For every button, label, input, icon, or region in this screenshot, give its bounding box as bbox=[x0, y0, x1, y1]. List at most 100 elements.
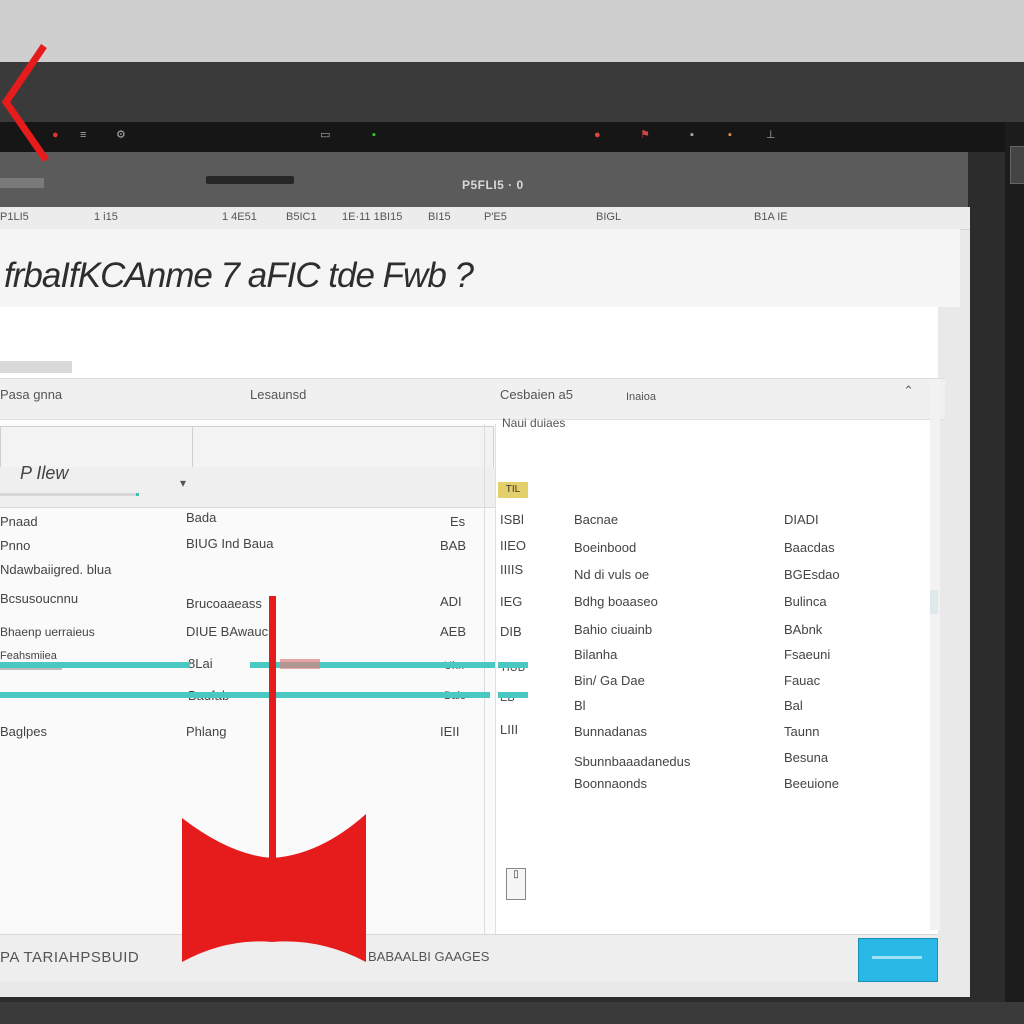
lock-icon[interactable]: ▪ bbox=[372, 128, 376, 142]
footer-info-text: BABAALBI GAAGES bbox=[368, 949, 490, 964]
list-cell: IEII bbox=[440, 724, 460, 739]
list-item[interactable]: Ndawbaiigred. blua bbox=[0, 562, 111, 578]
list-cell: Bada bbox=[186, 510, 217, 525]
list-cell: BIUG Ind Baua bbox=[186, 536, 274, 551]
list-cell: ISBl bbox=[500, 512, 524, 527]
scrollbar-thumb[interactable] bbox=[930, 590, 938, 614]
selection-marker bbox=[280, 659, 320, 669]
list-cell: Beeuione bbox=[784, 776, 839, 791]
section-label-placeholder bbox=[0, 361, 72, 373]
flag-icon[interactable]: ⚑ bbox=[640, 128, 650, 142]
list-cell: Sbunnbaaadanedus bbox=[574, 754, 691, 769]
list-cell: Es bbox=[450, 514, 466, 529]
filter-input[interactable] bbox=[0, 426, 494, 472]
column-header-right-b[interactable]: Inaioa bbox=[626, 389, 656, 405]
menu-item[interactable]: 1E·11 1BI15 bbox=[342, 210, 402, 224]
annotation-arrow-head bbox=[182, 814, 366, 962]
menu-icon[interactable]: ≡ bbox=[80, 128, 86, 142]
menu-item[interactable]: P'E5 bbox=[484, 210, 507, 224]
menu-item[interactable]: BIGL bbox=[596, 210, 621, 224]
column-subheader: Naui duiaes bbox=[502, 416, 566, 430]
list-cell: IEG bbox=[500, 594, 523, 609]
list-item[interactable]: Pnaad bbox=[0, 514, 38, 530]
list-cell: Bal bbox=[784, 698, 803, 713]
document-icon[interactable]: ▯ bbox=[506, 868, 526, 900]
right-sidebar bbox=[1005, 122, 1024, 1002]
titlebar-handle[interactable] bbox=[206, 176, 294, 184]
selection-bar bbox=[0, 692, 490, 698]
window-title: P5FLI5 · 0 bbox=[462, 178, 524, 192]
panel-divider bbox=[484, 424, 485, 934]
list-cell: Fauac bbox=[784, 673, 821, 688]
list-cell: 8Lai bbox=[188, 656, 213, 671]
list-cell: BGEsdao bbox=[784, 567, 840, 582]
star-icon[interactable]: ▪ bbox=[690, 128, 694, 142]
list-item[interactable]: Bcsusoucnnu bbox=[0, 591, 78, 607]
list-cell: ADI bbox=[440, 594, 462, 609]
list-cell: Phlang bbox=[186, 724, 227, 739]
button-glyph bbox=[872, 956, 922, 959]
list-item[interactable]: Bhaenp uerraieus bbox=[0, 624, 95, 640]
list-cell: LIII bbox=[500, 722, 519, 737]
list-cell: Fsaeuni bbox=[784, 647, 831, 662]
list-cell: DIUE BAwauc bbox=[186, 624, 269, 639]
list-cell: Bacnae bbox=[574, 512, 619, 527]
menu-item[interactable]: 1 i15 bbox=[94, 210, 118, 224]
footer-action-button[interactable] bbox=[858, 938, 938, 982]
menu-item[interactable]: B1A IE bbox=[754, 210, 788, 224]
selection-bar bbox=[0, 662, 190, 668]
view-dropdown-label: P Ilew bbox=[20, 463, 69, 483]
column-header-left[interactable]: Pasa gnna bbox=[0, 387, 62, 403]
list-cell: BAbnk bbox=[784, 622, 823, 637]
list-cell: AEB bbox=[440, 624, 467, 639]
list-cell: Bilanha bbox=[574, 647, 618, 662]
annotation-close-mark bbox=[1, 44, 49, 162]
column-header-middle[interactable]: Lesaunsd bbox=[250, 387, 306, 403]
settings-icon[interactable]: ⚙ bbox=[116, 128, 126, 142]
list-cell: IIEO bbox=[500, 538, 527, 553]
menu-item[interactable]: P1LI5 bbox=[0, 210, 29, 224]
titlebar-tab[interactable] bbox=[0, 178, 44, 188]
outer-backdrop bbox=[0, 0, 1024, 62]
list-cell: Bin/ Ga Dae bbox=[574, 673, 645, 688]
list-cell: Nd di vuls oe bbox=[574, 567, 650, 582]
list-cell: Besuna bbox=[784, 750, 829, 765]
dropdown-progress bbox=[0, 493, 139, 496]
column-header-row bbox=[0, 378, 945, 420]
list-cell: Bulinca bbox=[784, 594, 827, 609]
status-badge: TIL bbox=[498, 482, 528, 498]
sidebar-toggle[interactable] bbox=[1010, 146, 1024, 184]
chevron-down-icon[interactable]: ▾ bbox=[180, 476, 186, 490]
list-cell: BAB bbox=[440, 538, 467, 553]
list-item[interactable]: Baglpes bbox=[0, 724, 47, 740]
list-cell: Boeinbood bbox=[574, 540, 637, 555]
selection-bar bbox=[498, 692, 528, 698]
window-icon[interactable]: ▪ bbox=[728, 128, 732, 142]
menu-item[interactable]: B5IC1 bbox=[286, 210, 317, 224]
pin-icon[interactable]: ⊥ bbox=[766, 128, 776, 142]
list-cell: DIADI bbox=[784, 512, 819, 527]
list-cell: Bahio ciuainb bbox=[574, 622, 653, 637]
list-cell: IIIIS bbox=[500, 562, 524, 577]
list-cell: Bunnadanas bbox=[574, 724, 648, 739]
list-cell: Boonnaonds bbox=[574, 776, 648, 791]
selection-bar bbox=[498, 662, 528, 668]
view-dropdown[interactable] bbox=[0, 467, 495, 508]
list-cell: DIB bbox=[500, 624, 522, 639]
list-cell: Brucoaaeass bbox=[186, 596, 262, 611]
column-header-right-a[interactable]: Cesbaien a5 bbox=[500, 387, 573, 403]
camera-icon[interactable]: ▭ bbox=[320, 128, 330, 142]
list-cell: Taunn bbox=[784, 724, 820, 739]
filter-divider bbox=[192, 426, 193, 470]
vertical-scrollbar[interactable] bbox=[930, 380, 940, 930]
menu-item[interactable]: BI15 bbox=[428, 210, 451, 224]
dot-icon[interactable]: ● bbox=[594, 128, 601, 142]
footer-status-text: PA TARIAHPSBUID bbox=[0, 949, 140, 966]
list-cell: Bl bbox=[574, 698, 586, 713]
menu-item[interactable]: 1 4E51 bbox=[222, 210, 257, 224]
list-cell: Bdhg boaaseo bbox=[574, 594, 658, 609]
page-title: frbaIfKCAnme 7 aFIC tde Fwb ? bbox=[4, 256, 474, 295]
list-item[interactable]: Pnno bbox=[0, 538, 30, 554]
chevron-up-icon[interactable]: ⌃ bbox=[903, 383, 914, 399]
top-toolbar bbox=[0, 122, 1005, 152]
